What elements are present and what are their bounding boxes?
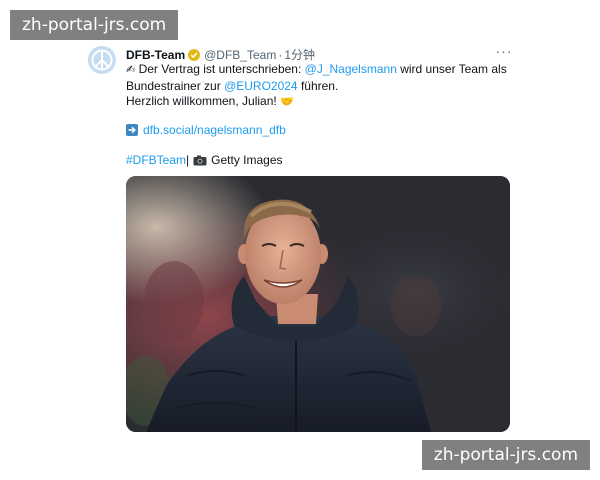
tweet-text-line3: Herzlich willkommen, Julian! (126, 94, 277, 108)
post-time[interactable]: 1分钟 (284, 47, 315, 63)
peace-logo-icon (88, 46, 116, 74)
header-separator: · (278, 48, 283, 62)
author-handle[interactable]: @DFB_Team (204, 47, 276, 63)
avatar[interactable] (88, 46, 116, 74)
watermark-top: zh-portal-jrs.com (10, 10, 179, 40)
link-row: dfb.social/nagelsmann_dfb (126, 122, 286, 138)
tweet-text-line1: Der Vertrag ist unterschrieben: (138, 62, 305, 76)
writing-hand-icon: ✍ (126, 64, 136, 76)
coach-portrait-image (126, 176, 510, 432)
camera-icon (193, 155, 207, 165)
watermark-bottom: zh-portal-jrs.com (421, 440, 590, 470)
tweet-photo[interactable] (126, 176, 510, 432)
external-link[interactable]: dfb.social/nagelsmann_dfb (143, 122, 286, 138)
handshake-icon: 🤝 (280, 96, 294, 108)
verified-badge-icon (188, 49, 201, 61)
right-arrow-icon (126, 124, 138, 136)
tweet-text: ✍ Der Vertrag ist unterschrieben: @J_Nag… (126, 62, 507, 111)
credit-separator: | (186, 153, 190, 167)
mention-euro2024[interactable]: @EURO2024 (224, 79, 298, 93)
tweet-text-line2-end: führen. (297, 78, 339, 93)
hashtag-row: #DFBTeam | Getty Images (126, 152, 283, 168)
photo-credit: Getty Images (211, 153, 283, 167)
hashtag-dfbteam[interactable]: #DFBTeam (126, 152, 186, 168)
more-options-icon[interactable]: ··· (494, 44, 514, 60)
author-name[interactable]: DFB-Team (126, 47, 185, 63)
mention-nagelsmann[interactable]: @J_Nagelsmann (305, 62, 397, 76)
tweet-text-line1-end: wird unser Team als (396, 62, 507, 76)
tweet-text-line2: Bundestrainer zur (126, 78, 225, 93)
